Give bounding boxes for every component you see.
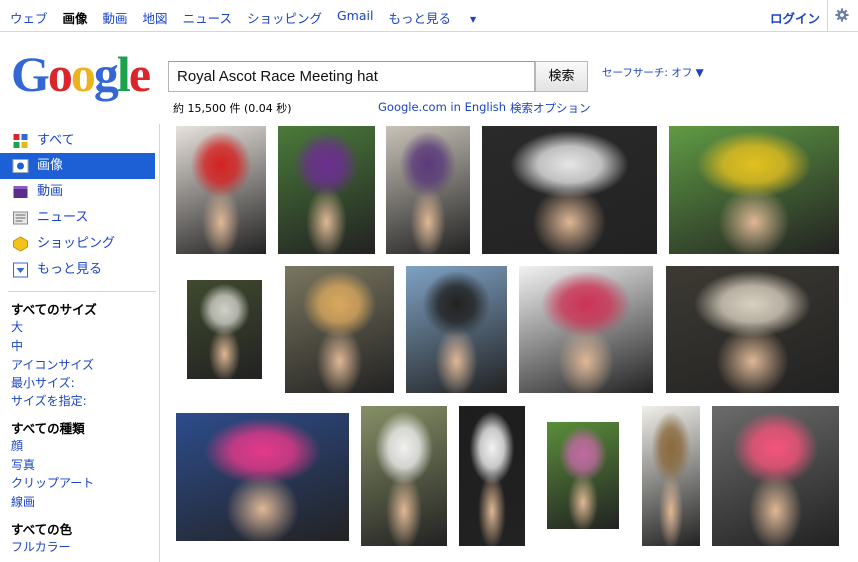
topnav-more-label: もっと見る	[388, 11, 451, 26]
image-result-mask-hat-woman[interactable]	[459, 406, 525, 546]
topbar-divider	[827, 0, 828, 32]
logo-letter-e: e	[128, 46, 151, 102]
sidebar-item-video[interactable]: 動画	[0, 179, 155, 205]
image-result-boys-morning-suits[interactable]	[406, 266, 507, 393]
filter-size-medium[interactable]: 中	[11, 337, 23, 354]
filter-heading-color[interactable]: すべての色	[11, 519, 72, 538]
filter-heading-size[interactable]: すべてのサイズ	[11, 299, 97, 318]
image-result-woman-drink-hat-union-jack[interactable]	[176, 413, 349, 541]
gear-icon[interactable]	[835, 8, 849, 22]
search-input[interactable]: Royal Ascot Race Meeting hat	[168, 61, 535, 92]
topnav-more[interactable]: もっと見る ▼	[388, 8, 491, 27]
safesearch-toggle[interactable]: セーフサーチ: オフ ▼	[602, 65, 704, 80]
google-com-english-link[interactable]: Google.com in English	[378, 100, 506, 114]
result-stats: 約 15,500 件 (0.04 秒)	[173, 102, 292, 115]
advanced-search-link[interactable]: 検索オプション	[510, 100, 591, 116]
filter-size-icon[interactable]: アイコンサイズ	[11, 356, 94, 373]
sidebar-item-shopping[interactable]: ショッピング	[0, 231, 155, 257]
search-button[interactable]: 検索	[535, 61, 588, 92]
filter-size-minimum[interactable]: 最小サイズ:	[11, 374, 75, 391]
filter-heading-type[interactable]: すべての種類	[11, 418, 85, 437]
topnav-images[interactable]: 画像	[63, 8, 88, 27]
topnav-video[interactable]: 動画	[103, 8, 128, 27]
logo-letter-o1: o	[47, 46, 73, 102]
filter-type-photo[interactable]: 写真	[11, 456, 35, 473]
images-icon	[12, 159, 29, 173]
sidebar-item-label: もっと見る	[37, 262, 103, 277]
filter-type-clipart[interactable]: クリップアート	[11, 474, 94, 491]
news-icon	[13, 211, 28, 225]
topnav-maps[interactable]: 地図	[143, 8, 168, 27]
sidebar-item-label: ニュース	[37, 210, 89, 225]
sidebar-item-label: 動画	[37, 184, 64, 199]
image-result-woman-pink-wide-hat[interactable]	[712, 406, 839, 546]
top-navigation-bar: ウェブ 画像 動画 地図 ニュース ショッピング Gmail もっと見る ▼ ロ…	[0, 0, 858, 32]
sidebar-item-news[interactable]: ニュース	[0, 205, 155, 231]
topnav-news[interactable]: ニュース	[183, 8, 232, 27]
all-icon	[13, 134, 28, 148]
topnav-web[interactable]: ウェブ	[10, 8, 48, 27]
image-result-woman-purple-feather-hat[interactable]	[386, 126, 470, 254]
sidebar-item-label: 画像	[37, 158, 64, 173]
image-result-woman-ice-cream-hat[interactable]	[285, 266, 394, 393]
topnav-shopping[interactable]: ショッピング	[247, 8, 322, 27]
image-result-hat-collage[interactable]	[519, 266, 653, 393]
filter-type-lineart[interactable]: 線画	[11, 493, 35, 510]
logo-letter-l: l	[116, 46, 131, 102]
image-result-cowboy-hats-men[interactable]	[642, 406, 700, 546]
sidebar-item-label: ショッピング	[37, 236, 116, 251]
filter-size-custom[interactable]: サイズを指定:	[11, 392, 87, 409]
video-icon	[13, 186, 28, 198]
image-result-woman-white-dress-trees[interactable]	[361, 406, 447, 546]
image-result-woman-black-hat-back[interactable]	[547, 422, 619, 529]
sidebar-item-more[interactable]: もっと見る	[0, 257, 155, 283]
shopping-icon	[13, 236, 28, 252]
filter-color-full[interactable]: フルカラー	[11, 538, 71, 555]
google-logo[interactable]: Google	[11, 46, 151, 102]
image-result-women-purple-green-hat[interactable]	[278, 126, 375, 254]
chevron-down-icon: ▼	[469, 15, 477, 24]
top-nav: ウェブ 画像 動画 地図 ニュース ショッピング Gmail もっと見る ▼	[10, 8, 506, 27]
sidebar-item-label: すべて	[37, 133, 75, 148]
logo-letter-g: G	[11, 46, 50, 102]
login-link[interactable]: ログイン	[770, 8, 820, 27]
filter-size-large[interactable]: 大	[11, 318, 23, 335]
filter-type-face[interactable]: 顔	[11, 437, 23, 454]
logo-letter-o2: o	[70, 46, 96, 102]
sidebar-divider	[8, 291, 156, 292]
image-result-ascot-racecourse-horses[interactable]	[669, 126, 839, 254]
content-divider	[159, 124, 160, 562]
more-icon	[13, 262, 28, 278]
topnav-gmail[interactable]: Gmail	[337, 8, 373, 27]
image-result-royal-carriage[interactable]	[666, 266, 839, 393]
sidebar-item-images[interactable]: 画像	[0, 153, 155, 179]
image-result-white-feather-hats-closeup[interactable]	[482, 126, 657, 254]
image-result-woman-red-dress-antler-hat[interactable]	[176, 126, 266, 254]
image-result-woman-clock-hat[interactable]	[187, 280, 262, 379]
logo-letter-g2: g	[93, 46, 119, 102]
sidebar-item-all[interactable]: すべて	[0, 128, 155, 154]
